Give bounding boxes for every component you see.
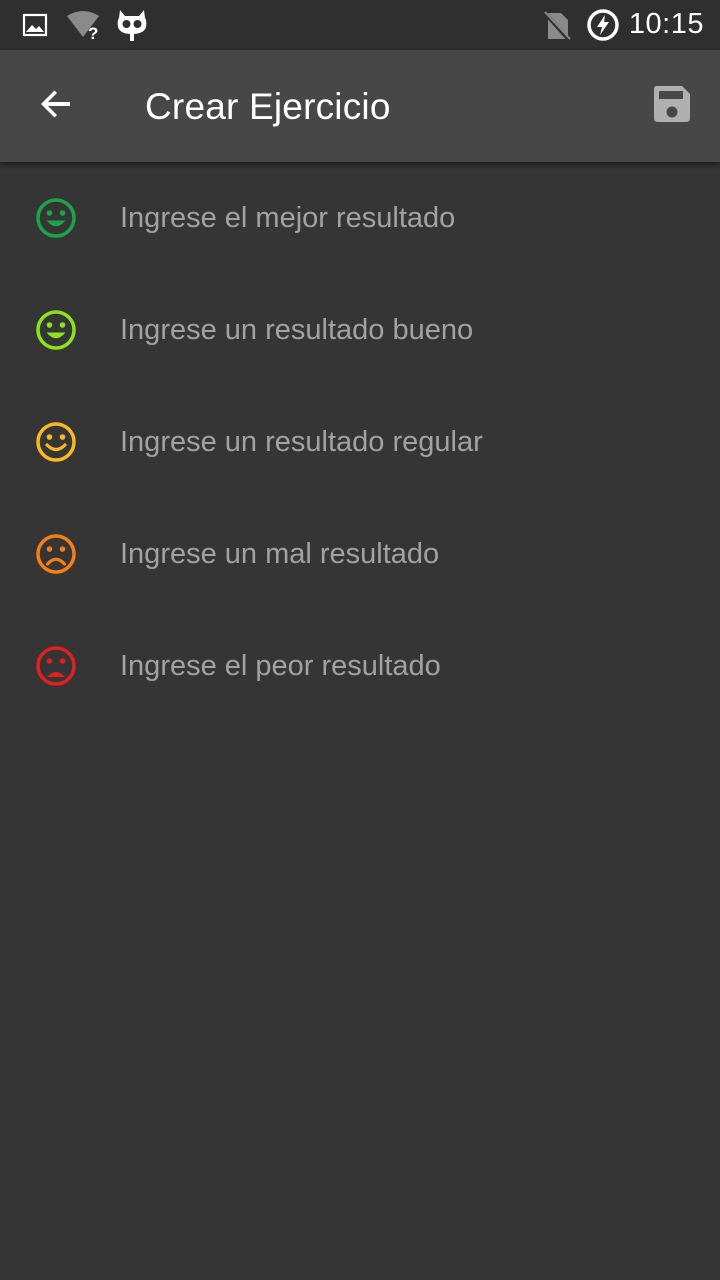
battery-charging-icon (586, 8, 620, 47)
regular-result-input[interactable] (120, 414, 680, 470)
arrow-back-icon (38, 86, 74, 127)
back-button[interactable] (26, 76, 86, 136)
no-sim-icon (542, 10, 572, 47)
result-row-good (0, 274, 720, 386)
status-clock: 10:15 (628, 8, 704, 40)
good-result-input[interactable] (120, 302, 680, 358)
neutral-face-icon (35, 421, 77, 463)
sad-face-icon (35, 533, 77, 575)
very-happy-face-icon (35, 197, 77, 239)
save-button[interactable] (646, 80, 698, 132)
worst-result-input[interactable] (120, 638, 680, 694)
result-row-worst (0, 610, 720, 722)
svg-text:?: ? (88, 24, 98, 40)
best-result-input[interactable] (120, 190, 680, 246)
result-row-regular (0, 386, 720, 498)
result-row-best (0, 162, 720, 274)
result-row-bad (0, 498, 720, 610)
very-sad-face-icon (35, 645, 77, 687)
cyanogen-mascot-icon (116, 8, 148, 47)
bad-result-input[interactable] (120, 526, 680, 582)
status-bar: ? 10:15 (0, 0, 720, 50)
save-icon (652, 84, 692, 129)
result-list (0, 162, 720, 722)
page-title: Crear Ejercicio (145, 86, 391, 127)
image-notification-icon (22, 12, 48, 43)
happy-face-icon (35, 309, 77, 351)
app-bar: Crear Ejercicio (0, 50, 720, 162)
wifi-unknown-icon: ? (66, 10, 102, 45)
